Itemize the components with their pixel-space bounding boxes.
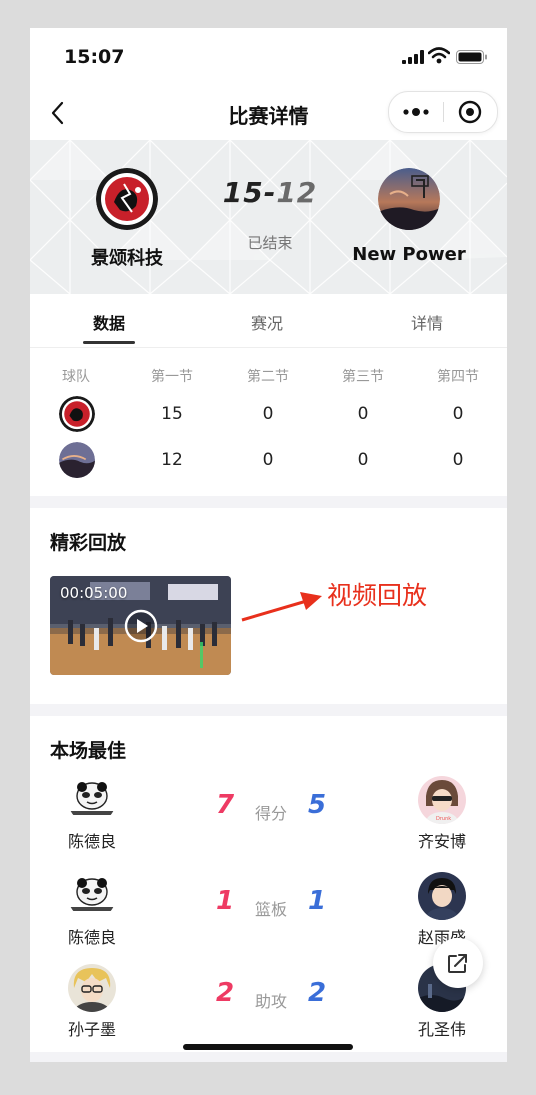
status-bar: 15:07 — [30, 28, 507, 88]
section-divider — [30, 704, 507, 716]
player-name: 陈德良 — [67, 928, 116, 947]
player-name: 齐安博 — [417, 832, 466, 851]
best-row-assists: 孙子墨 2 助攻 2 孔圣伟 — [30, 964, 507, 1054]
away-q2: 0 — [262, 450, 274, 470]
home-team-logo-icon — [59, 396, 95, 432]
home-team-name: 景颂科技 — [91, 248, 163, 269]
away-score: 12 — [276, 176, 318, 209]
tab-data[interactable]: 数据 — [69, 310, 149, 334]
highlights-title: 精彩回放 — [50, 532, 127, 554]
highlight-video-thumbnail[interactable]: 00:05:00 — [50, 576, 231, 675]
home-team-logo — [96, 168, 158, 230]
header-team: 球队 — [62, 369, 90, 385]
bottom-divider — [30, 1052, 507, 1062]
video-duration: 00:05:00 — [60, 584, 128, 602]
tab-details[interactable]: 详情 — [387, 310, 467, 334]
best-row-points: 陈德良 7 得分 5 Drunk 齐安博 — [30, 776, 507, 866]
away-team[interactable]: New Power — [334, 168, 484, 265]
home-q1: 15 — [161, 404, 183, 424]
cellular-signal-icon — [402, 50, 424, 64]
more-dots-icon[interactable] — [399, 98, 433, 126]
stat-label: 助攻 — [254, 992, 287, 1011]
home-indicator[interactable] — [183, 1044, 353, 1050]
away-stat-value: 5 — [307, 790, 327, 820]
score-separator: - — [263, 176, 277, 209]
section-divider — [30, 496, 507, 508]
player-name: 陈德良 — [67, 832, 116, 851]
away-q4: 0 — [452, 450, 464, 470]
share-icon — [448, 954, 467, 973]
home-team[interactable]: 景颂科技 — [52, 168, 202, 270]
annotation-label: 视频回放 — [327, 581, 428, 610]
table-row: 15 0 0 0 — [30, 396, 507, 436]
phone-screen: 15:07 比赛详情 景颂科技 15-12 已结束 New Power 数据 赛… — [30, 28, 507, 1062]
away-stat-value: 1 — [307, 886, 327, 916]
final-score: 15-12 — [220, 176, 320, 209]
table-row: 12 0 0 0 — [30, 442, 507, 482]
player-name: 孔圣伟 — [417, 1020, 466, 1039]
away-q3: 0 — [357, 450, 369, 470]
tab-bar: 数据 赛况 详情 — [30, 294, 507, 348]
away-stat-value: 2 — [307, 978, 327, 1008]
wifi-icon — [428, 47, 450, 64]
home-best-player[interactable]: 陈德良 — [42, 872, 142, 948]
active-tab-indicator — [83, 341, 135, 344]
home-q3: 0 — [357, 404, 369, 424]
best-row-rebounds: 陈德良 1 篮板 1 赵雨盛 — [30, 872, 507, 962]
away-best-player[interactable]: Drunk 齐安博 — [392, 776, 492, 852]
svg-text:Drunk: Drunk — [436, 816, 451, 822]
home-stat-value: 1 — [215, 886, 235, 916]
away-team-logo — [378, 168, 440, 230]
best-players-title: 本场最佳 — [50, 740, 127, 762]
header-q2: 第二节 — [247, 369, 289, 385]
share-button[interactable] — [433, 938, 483, 988]
header-q4: 第四节 — [437, 369, 479, 385]
home-score: 15 — [222, 176, 264, 209]
home-stat-value: 2 — [215, 978, 235, 1008]
away-team-mini-logo — [37, 442, 117, 478]
player-avatar — [418, 872, 466, 920]
battery-icon — [456, 50, 487, 64]
header-q3: 第三节 — [342, 369, 384, 385]
player-avatar: Drunk — [418, 776, 466, 824]
capsule-divider — [443, 102, 444, 122]
close-target-icon[interactable] — [455, 98, 485, 126]
status-time: 15:07 — [64, 46, 125, 68]
header-q1: 第一节 — [151, 369, 193, 385]
stat-label: 篮板 — [254, 900, 287, 919]
player-avatar — [68, 872, 116, 920]
annotation-arrow-icon — [241, 592, 322, 622]
mini-program-capsule — [388, 91, 498, 133]
match-header: 景颂科技 15-12 已结束 New Power — [30, 140, 507, 294]
player-avatar — [68, 964, 116, 1012]
home-q4: 0 — [452, 404, 464, 424]
home-q2: 0 — [262, 404, 274, 424]
player-avatar — [68, 776, 116, 824]
play-icon[interactable] — [124, 609, 158, 643]
home-stat-value: 7 — [215, 790, 235, 820]
away-q1: 12 — [161, 450, 183, 470]
player-name: 孙子墨 — [67, 1020, 116, 1039]
home-best-player[interactable]: 陈德良 — [42, 776, 142, 852]
home-best-player[interactable]: 孙子墨 — [42, 964, 142, 1040]
stat-label: 得分 — [254, 804, 287, 823]
tab-game-log[interactable]: 赛况 — [227, 310, 307, 334]
away-team-logo-icon — [59, 442, 95, 478]
nav-bar: 比赛详情 — [30, 88, 507, 140]
home-team-mini-logo — [37, 396, 117, 432]
match-status: 已结束 — [247, 234, 293, 252]
away-best-player[interactable]: 赵雨盛 — [392, 872, 492, 948]
away-team-name: New Power — [352, 244, 466, 265]
